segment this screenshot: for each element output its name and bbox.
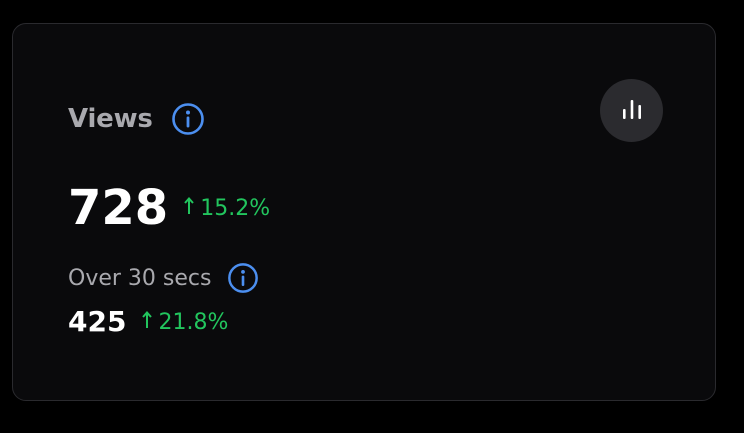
view-chart-button[interactable] (600, 79, 663, 142)
views-delta-value: 15.2% (200, 195, 271, 221)
over-30-secs-delta: 21.8% (142, 310, 228, 335)
info-icon[interactable] (227, 262, 259, 294)
views-card: Views 728 15.2% Over 30 secs 425 21.8% (12, 23, 716, 401)
views-delta: 15.2% (184, 196, 270, 221)
views-count: 728 (68, 180, 169, 236)
sub-metric-header: Over 30 secs (68, 262, 259, 294)
arrow-up-icon (142, 310, 153, 335)
over-30-secs-delta-value: 21.8% (158, 309, 229, 335)
primary-metric: 728 15.2% (68, 180, 270, 236)
secondary-metric: 425 21.8% (68, 304, 228, 340)
card-title: Views (68, 104, 153, 134)
over-30-secs-count: 425 (68, 305, 127, 338)
bar-chart-icon (619, 96, 645, 126)
sub-metric-label: Over 30 secs (68, 265, 212, 291)
card-header: Views (68, 102, 205, 136)
info-icon[interactable] (171, 102, 205, 136)
arrow-up-icon (184, 196, 194, 221)
